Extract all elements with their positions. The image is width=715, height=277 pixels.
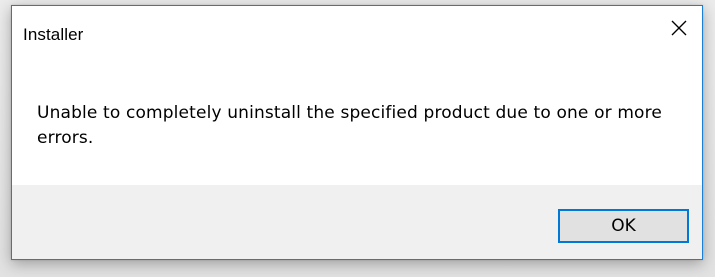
close-button[interactable]: [656, 6, 702, 50]
ok-button-label: OK: [611, 216, 636, 236]
title-bar: Installer: [12, 6, 702, 64]
installer-dialog: Installer Unable to completely uninstall…: [11, 5, 703, 260]
message-area: Unable to completely uninstall the speci…: [12, 64, 702, 185]
close-icon: [671, 20, 687, 36]
ok-button[interactable]: OK: [558, 209, 689, 243]
button-bar: OK: [12, 185, 702, 259]
dialog-title: Installer: [23, 25, 84, 44]
error-message: Unable to completely uninstall the speci…: [37, 103, 662, 148]
